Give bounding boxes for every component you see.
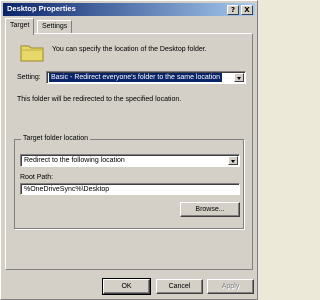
tab-settings[interactable]: Settings (37, 20, 73, 34)
location-value: Redirect to the following location (24, 157, 125, 164)
window-title: Desktop Properties (7, 4, 76, 13)
tab-settings-label: Settings (42, 23, 68, 30)
root-path-value: %OneDriveSync%\Desktop (24, 186, 110, 193)
chevron-down-icon[interactable] (234, 73, 244, 82)
target-panel: You can specify the location of the Desk… (5, 33, 253, 270)
group-title: Target folder location (21, 135, 90, 142)
folder-icon (20, 45, 44, 62)
setting-value: Basic - Redirect everyone's folder to th… (49, 73, 223, 82)
apply-button[interactable]: Apply (207, 279, 254, 294)
intro-text: You can specify the location of the Desk… (52, 46, 207, 53)
setting-label: Setting: (17, 74, 41, 81)
browse-label: Browse... (195, 206, 225, 213)
apply-label: Apply (221, 283, 240, 290)
ok-label: OK (121, 283, 132, 290)
cancel-button[interactable]: Cancel (156, 279, 203, 294)
properties-dialog: Desktop Properties ? X Target Settings Y… (0, 0, 258, 300)
title-bar[interactable]: Desktop Properties ? X (3, 3, 255, 16)
tab-target-label: Target (10, 22, 30, 29)
cancel-label: Cancel (168, 283, 191, 290)
close-button[interactable]: X (241, 5, 253, 15)
target-folder-group: Target folder location Redirect to the f… (14, 135, 244, 229)
tab-target[interactable]: Target (5, 18, 35, 35)
ok-button[interactable]: OK (102, 278, 151, 295)
setting-dropdown[interactable]: Basic - Redirect everyone's folder to th… (46, 71, 246, 84)
browse-button[interactable]: Browse... (180, 202, 240, 217)
location-dropdown[interactable]: Redirect to the following location (20, 154, 240, 167)
root-path-input[interactable]: %OneDriveSync%\Desktop (20, 183, 240, 195)
chevron-down-icon[interactable] (228, 156, 238, 165)
redirect-text: This folder will be redirected to the sp… (17, 96, 182, 103)
root-path-label: Root Path: (20, 174, 54, 181)
help-button[interactable]: ? (227, 5, 239, 15)
